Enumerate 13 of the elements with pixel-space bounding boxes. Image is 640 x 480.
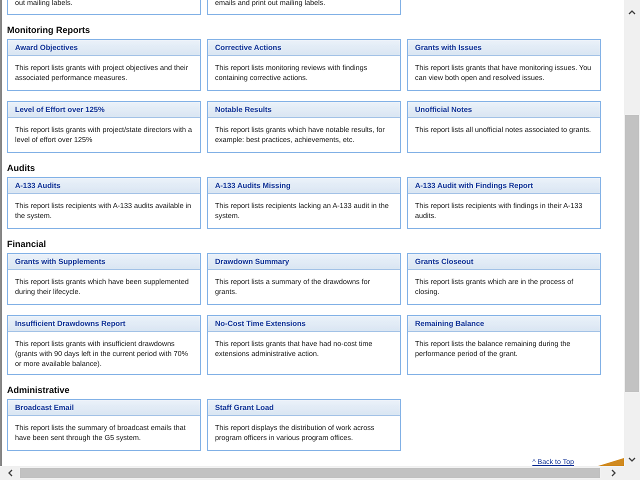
scroll-left-icon[interactable] (6, 468, 14, 478)
section-heading: Administrative (7, 385, 71, 396)
section-heading: Monitoring Reports (7, 25, 91, 36)
section-heading: Audits (7, 163, 36, 174)
scroll-down-icon[interactable] (627, 456, 637, 464)
corner-graphic (598, 458, 624, 466)
scrollbar-thumb[interactable] (625, 115, 639, 392)
horizontal-scrollbar[interactable] (0, 466, 624, 480)
scrollbar-thumb[interactable] (20, 468, 600, 478)
vertical-scrollbar[interactable] (624, 0, 640, 466)
scroll-up-icon[interactable] (627, 8, 637, 16)
section-heading: Financial (7, 239, 48, 250)
scroll-right-icon[interactable] (610, 468, 618, 478)
